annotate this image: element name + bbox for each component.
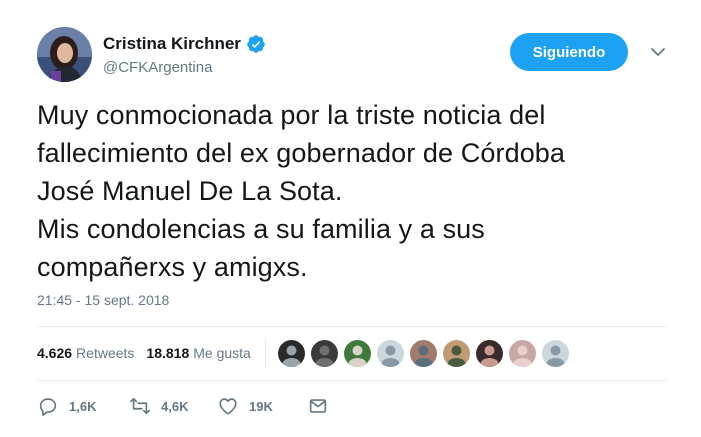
likes-label: Me gusta: [193, 345, 251, 361]
divider-top: [37, 326, 667, 327]
retweets-stat[interactable]: 4.626 Retweets: [37, 345, 134, 361]
envelope-icon: [307, 395, 329, 417]
reply-button[interactable]: 1,6K: [37, 395, 129, 417]
avatar[interactable]: [37, 27, 92, 82]
retweet-icon: [129, 395, 151, 417]
heart-icon: [217, 395, 239, 417]
display-name[interactable]: Cristina Kirchner: [103, 34, 241, 54]
divider-bottom: [37, 380, 667, 381]
retweets-count: 4.626: [37, 345, 73, 361]
likes-count: 18.818: [146, 345, 190, 361]
liker-avatar[interactable]: [541, 339, 569, 367]
actions-row: 1,6K 4,6K 19K: [37, 395, 329, 417]
direct-message-button[interactable]: [307, 395, 329, 417]
chevron-down-icon[interactable]: [650, 45, 666, 57]
like-button[interactable]: 19K: [217, 395, 307, 417]
verified-badge-icon: [246, 34, 266, 54]
liker-avatar[interactable]: [310, 339, 338, 367]
liker-avatar[interactable]: [475, 339, 503, 367]
stats-row: 4.626 Retweets 18.818 Me gusta: [37, 338, 575, 368]
following-button[interactable]: Siguiendo: [510, 33, 628, 71]
tweet-text: Muy conmocionada por la triste noticia d…: [37, 100, 566, 282]
tweet-timestamp[interactable]: 21:45 - 15 sept. 2018: [37, 292, 169, 308]
user-handle[interactable]: @CFKArgentina: [103, 59, 266, 76]
liker-avatar[interactable]: [442, 339, 470, 367]
like-count: 19K: [249, 398, 273, 414]
stats-separator: [264, 338, 266, 368]
liker-avatar[interactable]: [343, 339, 371, 367]
retweet-count: 4,6K: [161, 398, 189, 414]
retweets-label: Retweets: [76, 345, 135, 361]
liker-avatars: [277, 339, 575, 367]
likes-stat[interactable]: 18.818 Me gusta: [146, 345, 250, 361]
user-info: Cristina Kirchner @CFKArgentina: [103, 33, 266, 76]
reply-icon: [37, 395, 59, 417]
liker-avatar[interactable]: [277, 339, 305, 367]
liker-avatar[interactable]: [508, 339, 536, 367]
tweet-card: Cristina Kirchner @CFKArgentina Siguiend…: [0, 0, 701, 437]
liker-avatar[interactable]: [409, 339, 437, 367]
reply-count: 1,6K: [69, 398, 97, 414]
retweet-button[interactable]: 4,6K: [129, 395, 217, 417]
liker-avatar[interactable]: [376, 339, 404, 367]
